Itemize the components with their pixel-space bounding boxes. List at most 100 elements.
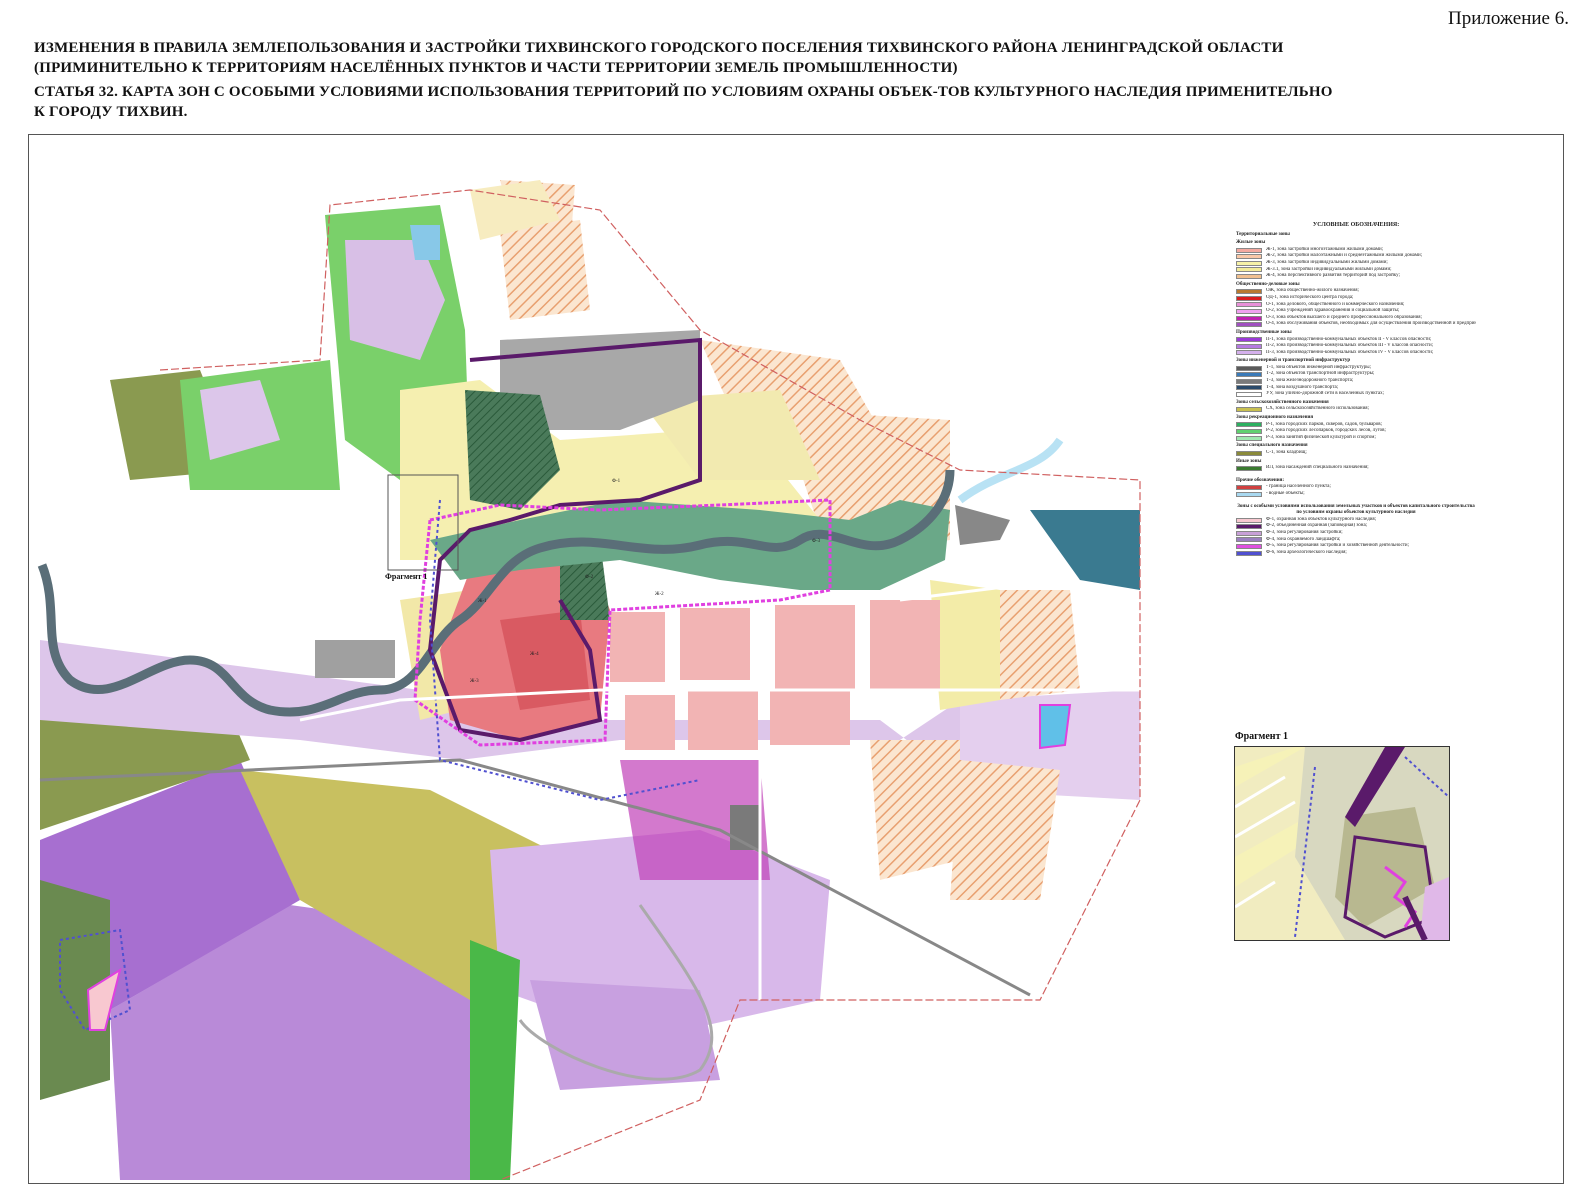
water-body-east-2 xyxy=(955,505,1010,545)
fragment-inset[interactable] xyxy=(1234,746,1450,941)
legend-item-engineering: Т-1, зона объектов инженерной инфраструк… xyxy=(1236,365,1476,372)
legend-label: Ф-5, зона регулирования застройки и хозя… xyxy=(1266,543,1409,549)
legend-label: О-4, зона обслуживания объектов, необход… xyxy=(1266,321,1476,327)
zone-label-zh4: Ж-4 xyxy=(530,652,539,657)
legend-swatch xyxy=(1236,267,1262,273)
legend-item-industrial: П-3, зона производственно-коммунальных о… xyxy=(1236,350,1476,357)
legend-swatch xyxy=(1236,450,1262,456)
residential-block-5 xyxy=(625,695,675,750)
legend-label: О-1, зона делового, общественного и комм… xyxy=(1266,301,1405,307)
legend-swatch xyxy=(1236,247,1262,253)
residential-block-3 xyxy=(775,605,855,690)
river-east xyxy=(957,437,1064,504)
legend-item-industrial: П-1, зона производственно-коммунальных о… xyxy=(1236,337,1476,344)
residential-block-7 xyxy=(770,690,850,745)
legend-swatch xyxy=(1236,378,1262,384)
residential-block-2 xyxy=(680,608,750,680)
legend-swatch xyxy=(1236,322,1262,328)
zone-label-zh3: Ж-3 xyxy=(470,679,479,684)
legend-item-zones: Ф-4, зона охраняемого ландшафта; xyxy=(1236,537,1476,544)
protection-zone-east xyxy=(1039,704,1072,750)
legend-section-agri: Зоны сельскохозяйственного назначения xyxy=(1236,399,1329,405)
zone-label-zh2: Ж-2 xyxy=(655,592,664,597)
legend-label: Ж-3, зона застройки индивидуальными жилы… xyxy=(1266,259,1388,265)
legend-label: Ж-2, зона застройки малоэтажными и средн… xyxy=(1266,253,1423,259)
legend-label: Ф-3, зона регулирования застройки; xyxy=(1266,529,1343,535)
legend-swatch xyxy=(1236,435,1262,441)
legend-item-public: О-3, зона объектов высшего и среднего пр… xyxy=(1236,315,1476,322)
legend-label: П-2, зона производственно-коммунальных о… xyxy=(1266,343,1434,349)
legend-section-other: Иные зоны xyxy=(1236,458,1262,464)
legend-item-misc: - водные объекты; xyxy=(1236,491,1476,498)
legend-label: Ж-1, зона застройки многоэтажными жилыми… xyxy=(1266,246,1384,252)
residential-block-4 xyxy=(870,600,940,690)
legend-swatch xyxy=(1236,289,1262,295)
legend-swatch xyxy=(1236,491,1262,497)
legend-item-misc: - граница населенного пункта; xyxy=(1236,484,1476,491)
legend-label: Т-3, зона железнодорожного транспорта; xyxy=(1266,378,1354,384)
legend-label: ИЛ, зона насаждений специального назначе… xyxy=(1266,465,1369,471)
legend-swatch xyxy=(1236,315,1262,321)
legend-item-engineering: УУ, зона улично-дорожной сети в населенн… xyxy=(1236,391,1476,398)
legend-item-residential: Ж-4, зона перспективного развития террит… xyxy=(1236,273,1476,280)
inset-label: Фрагмент 1 xyxy=(1235,731,1288,742)
zone-label-zh1: Ж-1 xyxy=(478,599,487,604)
legend-label: Ж-3.1, зона застройки индивидуальными жи… xyxy=(1266,266,1392,272)
legend-swatch xyxy=(1236,429,1262,435)
legend-item-public: О-2, зона учреждений здравоохранения и с… xyxy=(1236,308,1476,315)
legend-label: Р-3, зона занятий физической культурой и… xyxy=(1266,434,1376,440)
zone-label-f2: Ф-2 xyxy=(585,575,594,580)
legend-item-engineering: Т-3, зона железнодорожного транспорта; xyxy=(1236,378,1476,385)
zoning-map[interactable]: Ф-1 Ф-2 Ф-3 Ж-1 Ж-2 Ж-3 Ж-4 xyxy=(0,0,1583,1200)
legend-title: УСЛОВНЫЕ ОБОЗНАЧЕНИЯ: xyxy=(1312,222,1400,228)
legend-label: Т-2, зона объектов транспортной инфрастр… xyxy=(1266,371,1375,377)
legend: УСЛОВНЫЕ ОБОЗНАЧЕНИЯ: Территориальные зо… xyxy=(1236,222,1476,556)
legend-swatch xyxy=(1236,260,1262,266)
legend-swatch xyxy=(1236,550,1262,556)
legend-label: Т-4, зона воздушного транспорта; xyxy=(1266,384,1339,390)
legend-item-public: ОД-1, зона исторического центра города; xyxy=(1236,295,1476,302)
legend-swatch xyxy=(1236,465,1262,471)
legend-section-misc: Прочие обозначения: xyxy=(1236,477,1285,483)
legend-item-industrial: П-2, зона производственно-коммунальных о… xyxy=(1236,343,1476,350)
fragment-inset-map xyxy=(1235,747,1449,940)
legend-item-zones: Ф-6, зона археологического наследия; xyxy=(1236,550,1476,557)
legend-item-residential: Ж-2, зона застройки малоэтажными и средн… xyxy=(1236,253,1476,260)
zone-label-f3: Ф-3 xyxy=(812,539,821,544)
legend-label: - водные объекты; xyxy=(1266,490,1305,496)
legend-item-public: О-4, зона обслуживания объектов, необход… xyxy=(1236,321,1476,328)
legend-swatch xyxy=(1236,254,1262,260)
legend-section-recreation: Зоны рекреационного назначения xyxy=(1236,415,1314,421)
blue-zone-nw xyxy=(410,225,440,260)
residential-block-6 xyxy=(688,690,758,750)
legend-item-zones: Ф-1, охранная зона объектов культурного … xyxy=(1236,517,1476,524)
legend-item-agri: СХ, зона сельскохозяйственного использов… xyxy=(1236,406,1476,413)
legend-item-engineering: Т-2, зона объектов транспортной инфрастр… xyxy=(1236,371,1476,378)
future-residential-ne xyxy=(500,220,590,320)
legend-item-engineering: Т-4, зона воздушного транспорта; xyxy=(1236,385,1476,392)
legend-item-recreation: Р-3, зона занятий физической культурой и… xyxy=(1236,435,1476,442)
legend-section-engineering: Зоны инженерной и транспортной инфрастру… xyxy=(1236,358,1351,364)
legend-section-industrial: Производственные зоны xyxy=(1236,329,1292,335)
legend-label: Ф-2, объединенная охранная (заповедная) … xyxy=(1266,523,1368,529)
legend-label: Ф-6, зона археологического наследия; xyxy=(1266,549,1347,555)
legend-item-zones: Ф-5, зона регулирования застройки и хозя… xyxy=(1236,543,1476,550)
industrial-grey-zone xyxy=(315,640,395,678)
legend-section-zones: Зоны с особыми условиями использования з… xyxy=(1237,503,1475,516)
legend-swatch xyxy=(1236,485,1262,491)
legend-swatch xyxy=(1236,524,1262,530)
legend-item-recreation: Р-1, зона городских парков, скверов, сад… xyxy=(1236,422,1476,429)
zone-label-f1: Ф-1 xyxy=(612,479,621,484)
legend-swatch xyxy=(1236,295,1262,301)
legend-item-residential: Ж-1, зона застройки многоэтажными жилыми… xyxy=(1236,247,1476,254)
future-residential-se-2 xyxy=(950,760,1060,900)
legend-item-zones: Ф-2, объединенная охранная (заповедная) … xyxy=(1236,523,1476,530)
legend-section-public: Общественно-деловые зоны xyxy=(1236,281,1300,287)
legend-label: С-1, зона кладбищ; xyxy=(1266,450,1307,455)
legend-item-residential: Ж-3, зона застройки индивидуальными жилы… xyxy=(1236,260,1476,267)
legend-section-special: Зоны специального назначения xyxy=(1236,443,1308,449)
legend-item-public: ОЖ, зона общественно-жилого назначения; xyxy=(1236,288,1476,295)
legend-label: Р-2, зона городских лесопарков, городски… xyxy=(1266,428,1386,434)
legend-label: ОД-1, зона исторического центра города; xyxy=(1266,294,1354,300)
legend-label: Ж-4, зона перспективного развития террит… xyxy=(1266,273,1400,279)
